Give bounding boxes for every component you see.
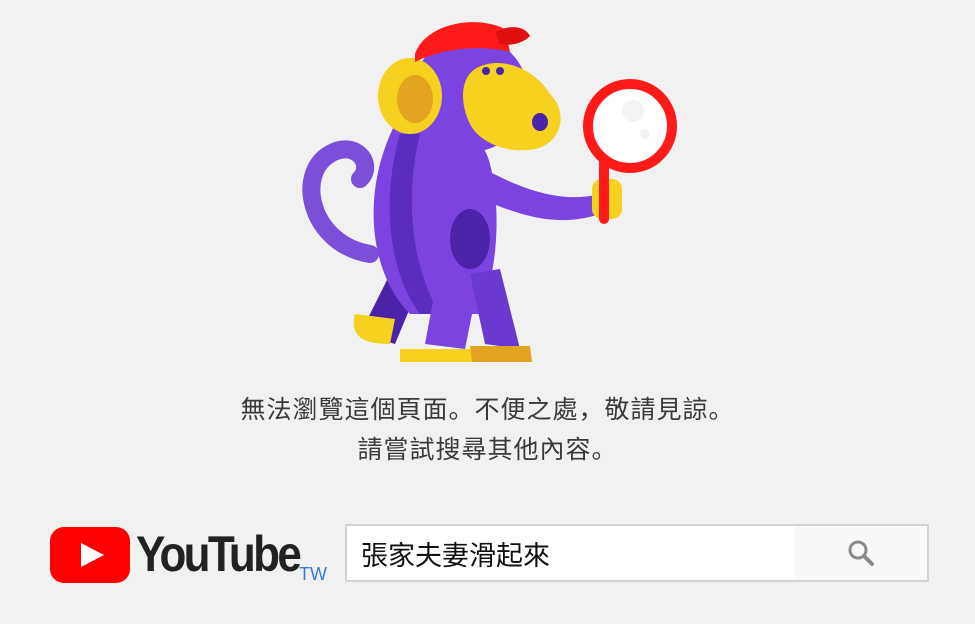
- search-bar: [345, 524, 929, 582]
- search-input[interactable]: [345, 524, 811, 582]
- search-icon: [848, 540, 874, 566]
- search-button[interactable]: [795, 524, 929, 582]
- monkey-with-magnifying-glass-icon: [302, 22, 677, 362]
- error-message-line-2: 請嘗試搜尋其他內容。: [357, 435, 618, 464]
- error-message-line-1: 無法瀏覽這個頁面。不便之處，敬請見諒。: [240, 395, 735, 424]
- youtube-play-icon: [50, 527, 130, 583]
- error-message: 無法瀏覽這個頁面。不便之處，敬請見諒。 請嘗試搜尋其他內容。: [0, 390, 975, 470]
- error-page: 無法瀏覽這個頁面。不便之處，敬請見諒。 請嘗試搜尋其他內容。 YouTube T…: [0, 0, 975, 624]
- logo-region-code: TW: [299, 564, 327, 584]
- youtube-logo[interactable]: YouTube TW: [50, 524, 340, 588]
- youtube-wordmark: YouTube: [136, 526, 302, 582]
